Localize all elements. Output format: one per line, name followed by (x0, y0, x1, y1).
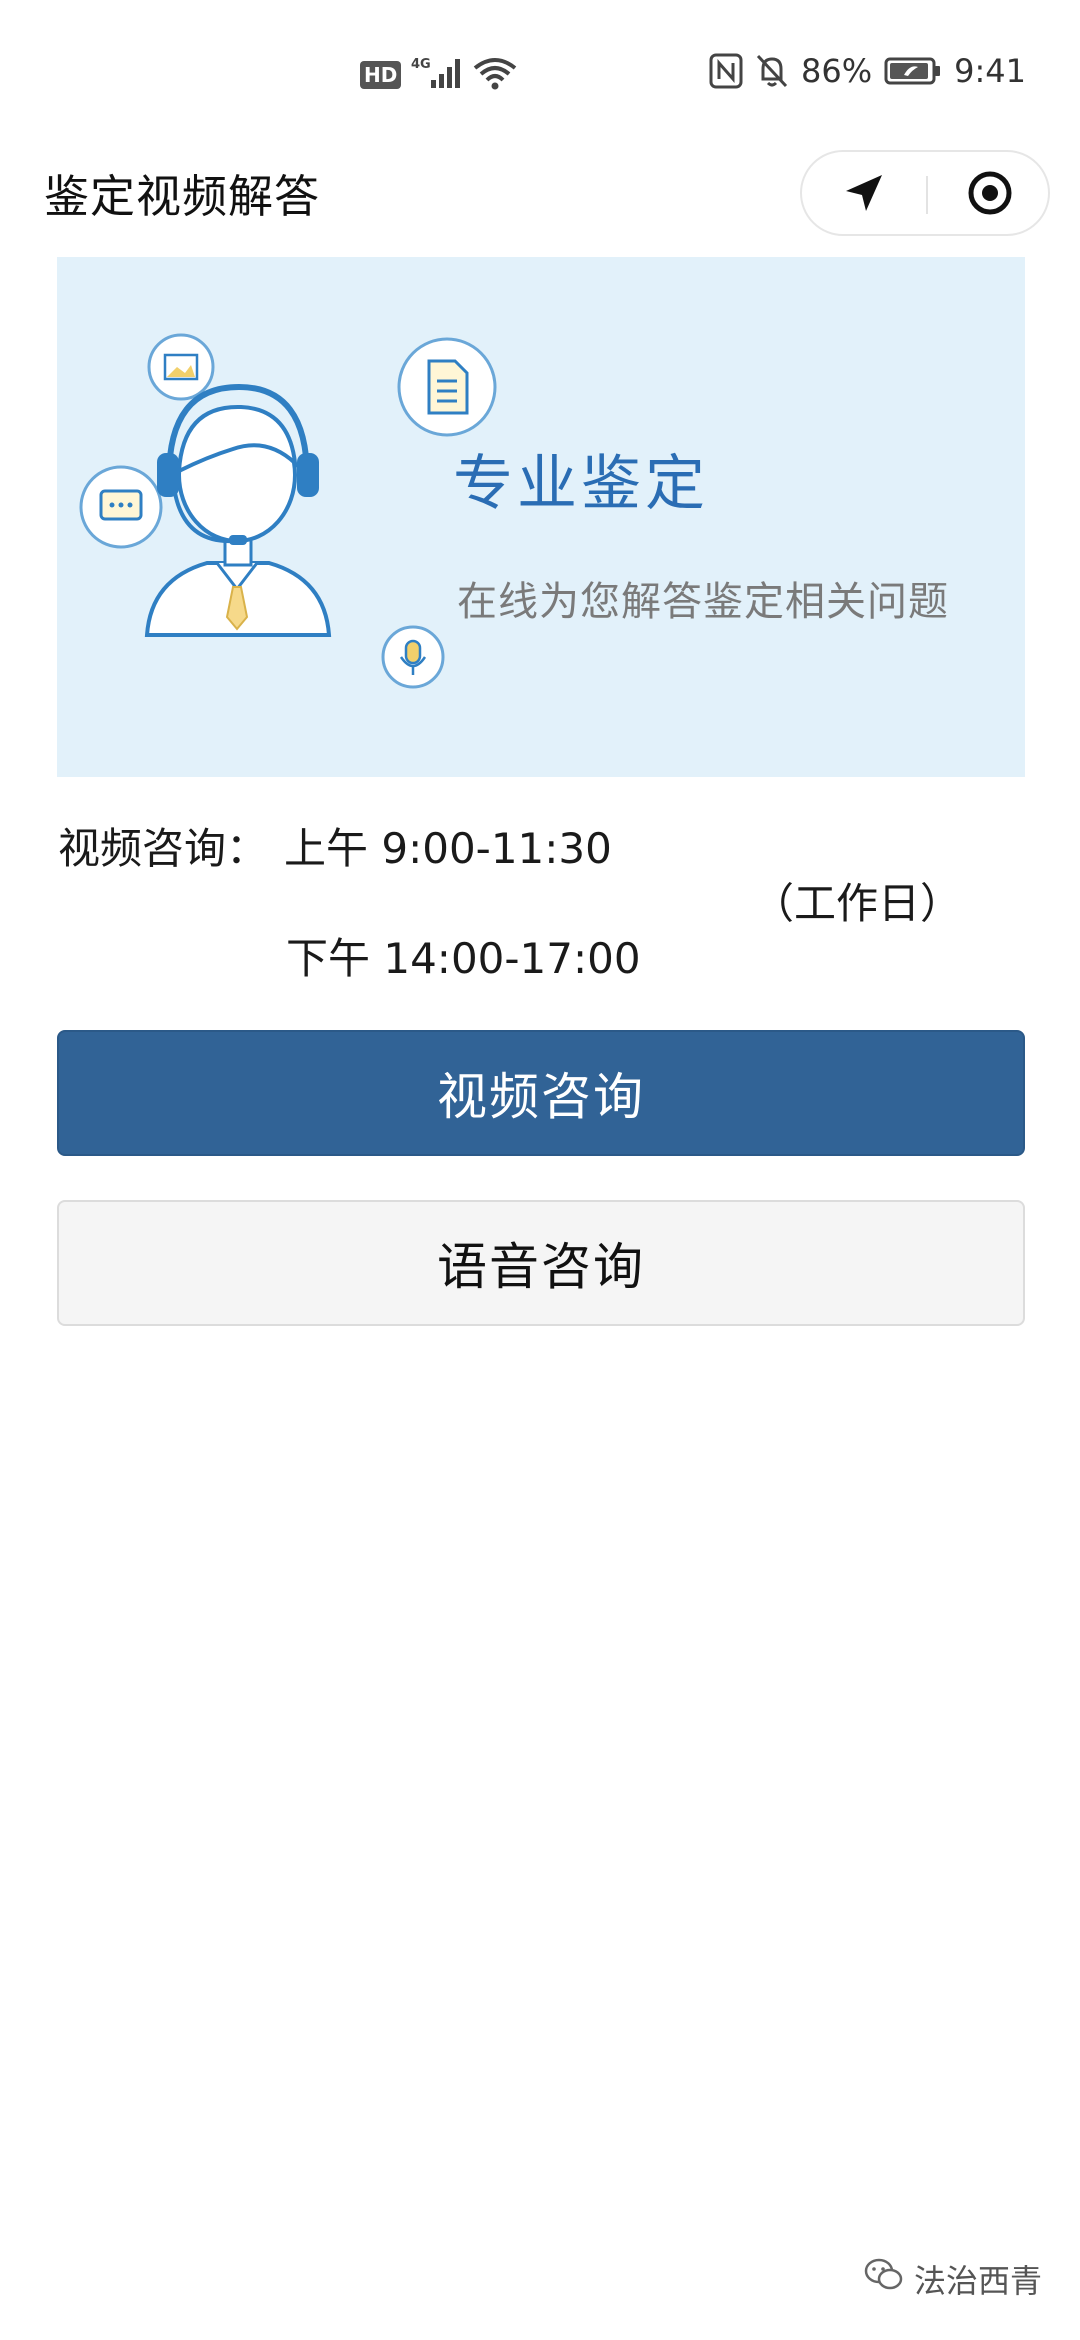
microphone-bubble-icon (381, 625, 445, 689)
banner: 专业鉴定 在线为您解答鉴定相关问题 (57, 257, 1025, 777)
video-consult-button[interactable]: 视频咨询 (57, 1030, 1025, 1156)
wechat-icon (864, 2258, 904, 2300)
wifi-icon (473, 56, 517, 94)
voice-consult-label: 语音咨询 (437, 1238, 645, 1296)
navigation-arrow-icon (842, 171, 886, 219)
network-type: 4G (411, 57, 431, 72)
status-left: HD 4G (360, 56, 517, 94)
banner-title: 专业鉴定 (453, 449, 709, 519)
hours-afternoon: 下午 14:00-17:00 (286, 934, 641, 983)
target-circle-icon (966, 169, 1014, 221)
mute-bell-icon (755, 53, 789, 89)
hours-label: 视频咨询： (58, 824, 269, 873)
clock: 9:41 (954, 52, 1026, 90)
hours-weekday-note: （工作日） (752, 879, 963, 928)
status-bar: HD 4G 86% 9:41 (0, 0, 1080, 150)
hours-morning: 上午 9:00-11:30 (284, 824, 612, 873)
nfc-icon (709, 53, 743, 89)
image-bubble-icon (147, 333, 215, 401)
close-program-button[interactable] (928, 152, 1052, 238)
battery-icon (884, 56, 942, 86)
mini-program-capsule (800, 150, 1050, 236)
agent-figure (144, 383, 332, 637)
chat-bubble-icon (79, 465, 163, 549)
location-button[interactable] (802, 152, 926, 238)
watermark-text: 法治西青 (913, 2262, 1042, 2300)
signal-icon: 4G (411, 56, 463, 94)
watermark: 法治西青 (864, 2256, 1042, 2302)
page-title: 鉴定视频解答 (44, 170, 321, 223)
status-right: 86% 9:41 (709, 52, 1026, 90)
video-consult-label: 视频咨询 (437, 1068, 645, 1126)
voice-consult-button[interactable]: 语音咨询 (57, 1200, 1025, 1326)
banner-subtitle: 在线为您解答鉴定相关问题 (457, 579, 949, 625)
battery-percent: 86% (801, 52, 873, 90)
document-bubble-icon (397, 337, 497, 437)
hd-badge: HD (360, 61, 402, 89)
